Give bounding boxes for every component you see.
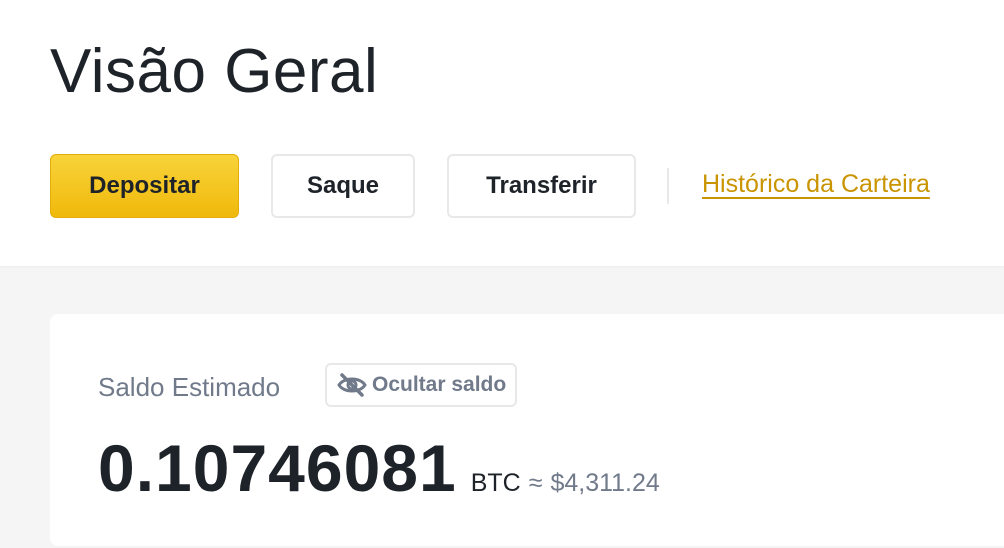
balance-value: 0.10746081 [98, 431, 457, 505]
balance-card: Saldo Estimado Ocultar saldo 0.10746081 … [50, 314, 1004, 546]
page-title: Visão Geral [50, 37, 379, 106]
hide-balance-button[interactable]: Ocultar saldo [325, 363, 518, 407]
deposit-button[interactable]: Depositar [50, 154, 239, 218]
withdraw-button[interactable]: Saque [271, 154, 415, 218]
wallet-history-link[interactable]: Histórico da Carteira [702, 170, 930, 199]
balance-row: 0.10746081 BTC ≈ $4,311.24 [98, 430, 660, 506]
balance-label: Saldo Estimado [98, 372, 281, 402]
overview-header-panel: Visão Geral Depositar Saque Transferir H… [0, 0, 1004, 266]
eye-off-icon [336, 373, 368, 397]
approx-symbol: ≈ [528, 469, 543, 497]
hide-balance-label: Ocultar saldo [372, 373, 507, 396]
balance-unit: BTC [470, 469, 521, 497]
transfer-button[interactable]: Transferir [447, 154, 636, 218]
balance-fiat-value: $4,311.24 [550, 469, 660, 497]
divider [667, 168, 669, 204]
